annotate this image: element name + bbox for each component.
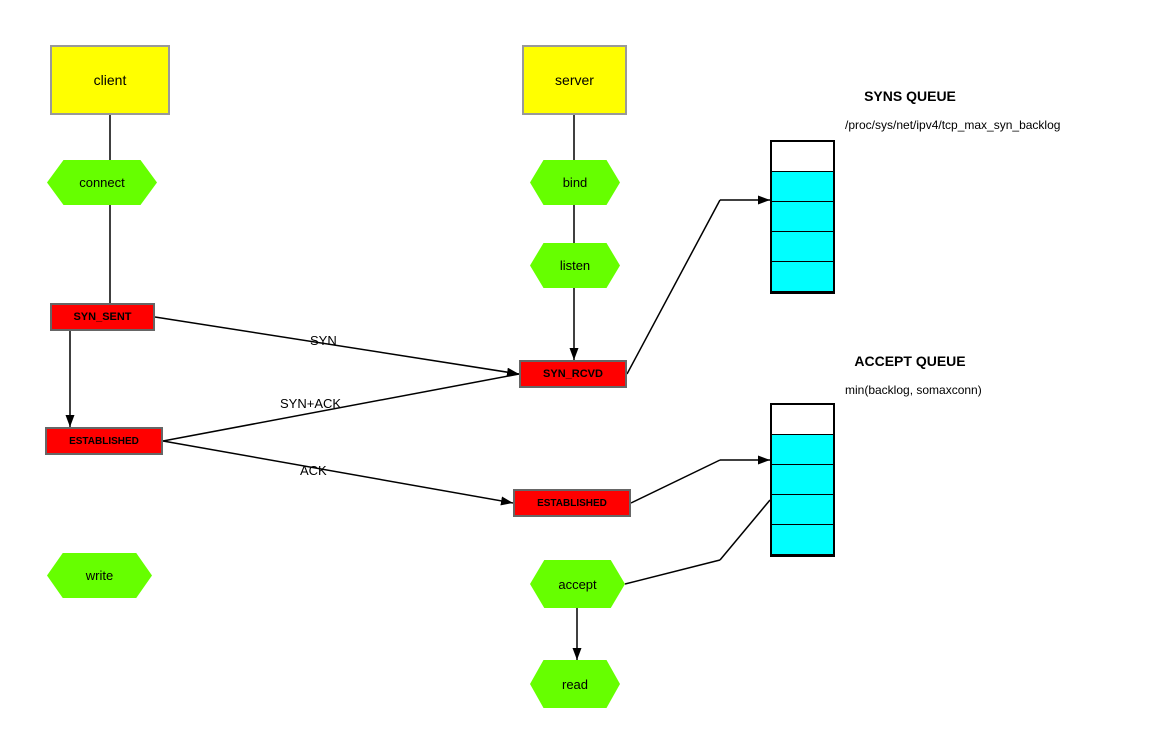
- connect-hex: connect: [47, 160, 157, 205]
- syns-cell-5: [772, 262, 833, 292]
- accept-cell-4: [772, 495, 833, 525]
- server-box: server: [522, 45, 627, 115]
- established-client-label: ESTABLISHED: [69, 436, 139, 447]
- accept-cell-2: [772, 435, 833, 465]
- ack-label: ACK: [300, 463, 327, 478]
- syns-queue-desc: /proc/sys/net/ipv4/tcp_max_syn_backlog: [845, 118, 1125, 132]
- syns-cell-2: [772, 172, 833, 202]
- syns-cell-3: [772, 202, 833, 232]
- accept-cell-1: [772, 405, 833, 435]
- client-box: client: [50, 45, 170, 115]
- established-client-box: ESTABLISHED: [45, 427, 163, 455]
- connect-label: connect: [79, 175, 125, 190]
- syn-ack-label: SYN+ACK: [280, 396, 341, 411]
- accept-cell-3: [772, 465, 833, 495]
- syn-rcvd-box: SYN_RCVD: [519, 360, 627, 388]
- accept-queue-label: ACCEPT QUEUE: [820, 353, 1000, 369]
- syns-cell-4: [772, 232, 833, 262]
- write-label: write: [86, 568, 113, 583]
- accept-cell-5: [772, 525, 833, 555]
- client-label: client: [94, 72, 127, 88]
- syns-cell-1: [772, 142, 833, 172]
- server-label: server: [555, 72, 594, 88]
- syn-rcvd-label: SYN_RCVD: [543, 368, 603, 380]
- established-server-label: ESTABLISHED: [537, 498, 607, 509]
- syn-sent-label: SYN_SENT: [73, 311, 131, 323]
- syns-queue: [770, 140, 835, 294]
- syn-sent-box: SYN_SENT: [50, 303, 155, 331]
- syn-label: SYN: [310, 333, 337, 348]
- accept-hex: accept: [530, 560, 625, 608]
- listen-hex: listen: [530, 243, 620, 288]
- diagram-container: SYN SYN+ACK ACK client server connect bi…: [0, 0, 1153, 745]
- accept-label: accept: [558, 577, 596, 592]
- read-hex: read: [530, 660, 620, 708]
- bind-label: bind: [563, 175, 588, 190]
- accept-queue-desc: min(backlog, somaxconn): [845, 383, 1095, 397]
- read-label: read: [562, 677, 588, 692]
- write-hex: write: [47, 553, 152, 598]
- bind-hex: bind: [530, 160, 620, 205]
- listen-label: listen: [560, 258, 590, 273]
- accept-queue: [770, 403, 835, 557]
- established-server-box: ESTABLISHED: [513, 489, 631, 517]
- syns-queue-label: SYNS QUEUE: [830, 88, 990, 104]
